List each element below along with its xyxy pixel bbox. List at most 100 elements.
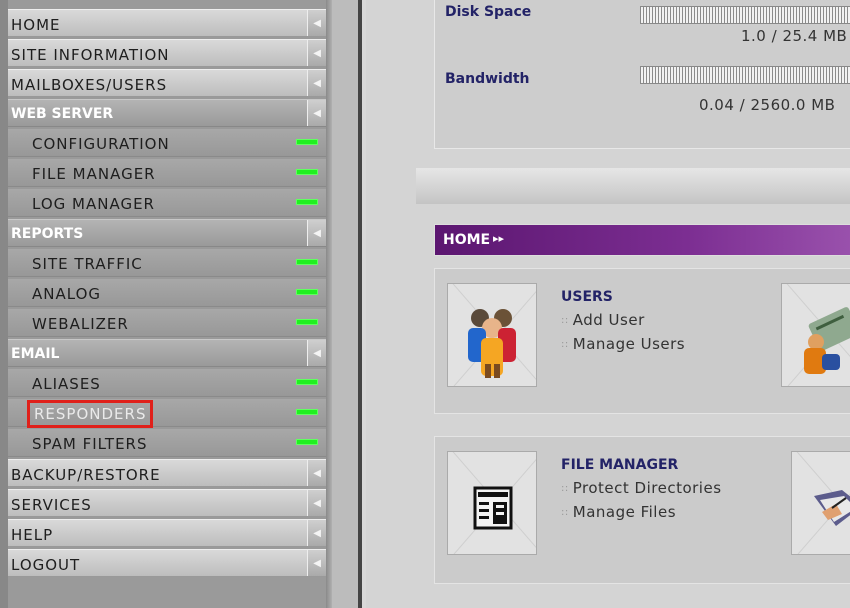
manage-files-link[interactable]: :: Manage Files: [561, 503, 676, 521]
sidebar-item-label: REPORTS: [11, 226, 84, 242]
sidebar-item-web-server[interactable]: WEB SERVER ◀: [8, 99, 326, 127]
file-manager-icon-tile[interactable]: [447, 451, 537, 555]
sidebar-item-label: CONFIGURATION: [32, 135, 170, 153]
sidebar-item-label: HOME: [11, 16, 61, 34]
bandwidth-value: 0.04 / 2560.0 MB: [699, 96, 836, 114]
sidebar-item-label: FILE MANAGER: [32, 165, 156, 183]
sidebar-item-site-information[interactable]: SITE INFORMATION ◀: [8, 39, 326, 67]
arrow-left-icon: ◀: [313, 498, 321, 509]
manage-files-label: Manage Files: [572, 503, 677, 521]
sidebar-item-webalizer[interactable]: WEBALIZER: [8, 309, 326, 337]
collapse-arrow-cell: ◀: [307, 460, 326, 486]
status-indicator-icon: [296, 169, 318, 175]
user-card-icon: [804, 307, 850, 374]
disk-space-label: Disk Space: [445, 4, 532, 20]
sidebar-item-analog[interactable]: ANALOG: [8, 279, 326, 307]
disk-space-bar: [640, 6, 850, 24]
collapse-arrow-cell: ◀: [307, 220, 326, 246]
bandwidth-bar: [640, 66, 850, 84]
arrow-left-icon: ◀: [313, 468, 321, 479]
sidebar-item-label: ANALOG: [32, 285, 101, 303]
bandwidth-label: Bandwidth: [445, 71, 530, 87]
add-user-label: Add User: [572, 311, 645, 329]
status-indicator-icon: [296, 439, 318, 445]
arrow-left-icon: ◀: [313, 108, 321, 119]
sidebar-item-home[interactable]: HOME ◀: [8, 9, 326, 37]
sidebar-item-label: SITE TRAFFIC: [32, 255, 143, 273]
sidebar-item-services[interactable]: SERVICES ◀: [8, 489, 326, 517]
content-canvas: Disk Space 1.0 / 25.4 MB Bandwidth 0.04 …: [366, 0, 850, 608]
collapse-arrow-cell: ◀: [307, 550, 326, 576]
main-content: Disk Space 1.0 / 25.4 MB Bandwidth 0.04 …: [332, 0, 850, 608]
home-header-bar: HOME ▸▸: [434, 224, 850, 256]
collapse-arrow-cell: ◀: [307, 100, 326, 126]
manage-users-label: Manage Users: [572, 335, 686, 353]
users-panel: USERS :: Add User :: Manage Users: [434, 268, 850, 414]
status-indicator-icon: [296, 199, 318, 205]
sidebar-item-label: WEBALIZER: [32, 315, 129, 333]
file-manager-title[interactable]: FILE MANAGER: [561, 457, 678, 473]
sidebar-item-mailboxes-users[interactable]: MAILBOXES/USERS ◀: [8, 69, 326, 97]
manage-users-link[interactable]: :: Manage Users: [561, 335, 685, 353]
sidebar-item-log-manager[interactable]: LOG MANAGER: [8, 189, 326, 217]
users-icon-tile[interactable]: [447, 283, 537, 387]
file-manager-panel: FILE MANAGER :: Protect Directories :: Man…: [434, 436, 850, 584]
sidebar-item-label: SPAM FILTERS: [32, 435, 148, 453]
folder-edit-icon: [814, 490, 850, 526]
disk-space-value: 1.0 / 25.4 MB: [741, 27, 848, 45]
status-indicator-icon: [296, 139, 318, 145]
sidebar-item-spam-filters[interactable]: SPAM FILTERS: [8, 429, 326, 457]
usage-panel: Disk Space 1.0 / 25.4 MB Bandwidth 0.04 …: [434, 0, 850, 149]
status-indicator-icon: [296, 409, 318, 415]
decorative-band: [416, 168, 850, 204]
sidebar-item-backup-restore[interactable]: BACKUP/RESTORE ◀: [8, 459, 326, 487]
sidebar-item-help[interactable]: HELP ◀: [8, 519, 326, 547]
sidebar-item-responders[interactable]: RESPONDERS: [8, 399, 326, 428]
sidebar-item-label: EMAIL: [11, 346, 60, 362]
sidebar-item-label: SERVICES: [11, 496, 92, 514]
sidebar-item-site-traffic[interactable]: SITE TRAFFIC: [8, 249, 326, 277]
sidebar-item-configuration[interactable]: CONFIGURATION: [8, 129, 326, 157]
sidebar-item-reports[interactable]: REPORTS ◀: [8, 219, 326, 247]
arrow-left-icon: ◀: [313, 528, 321, 539]
sidebar-item-label: HELP: [11, 526, 54, 544]
home-header-title: HOME: [443, 232, 491, 248]
double-arrow-icon: ▸▸: [493, 232, 505, 245]
sidebar-item-email[interactable]: EMAIL ◀: [8, 339, 326, 367]
sidebar-item-file-manager[interactable]: FILE MANAGER: [8, 159, 326, 187]
users-title[interactable]: USERS: [561, 289, 613, 305]
sidebar-item-label: BACKUP/RESTORE: [11, 466, 161, 484]
collapse-arrow-cell: ◀: [307, 490, 326, 516]
sidebar-nav: HOME ◀ SITE INFORMATION ◀ MAILBOXES/USERS ◀ WE…: [8, 9, 326, 579]
status-indicator-icon: [296, 319, 318, 325]
collapse-arrow-cell: ◀: [307, 40, 326, 66]
arrow-left-icon: ◀: [313, 48, 321, 59]
collapse-arrow-cell: ◀: [307, 10, 326, 36]
sidebar-item-logout[interactable]: LOGOUT ◀: [8, 549, 326, 577]
collapse-arrow-cell: ◀: [307, 70, 326, 96]
collapse-arrow-cell: ◀: [307, 520, 326, 546]
sidebar-item-label: WEB SERVER: [11, 106, 114, 122]
sidebar-item-label: MAILBOXES/USERS: [11, 76, 168, 94]
arrow-left-icon: ◀: [313, 558, 321, 569]
collapse-arrow-cell: ◀: [307, 340, 326, 366]
status-indicator-icon: [296, 289, 318, 295]
add-user-link[interactable]: :: Add User: [561, 311, 645, 329]
arrow-left-icon: ◀: [313, 78, 321, 89]
sidebar: HOME ◀ SITE INFORMATION ◀ MAILBOXES/USERS ◀ WE…: [0, 0, 332, 608]
sidebar-item-label: LOG MANAGER: [32, 195, 155, 213]
arrow-left-icon: ◀: [313, 18, 321, 29]
status-indicator-icon: [296, 259, 318, 265]
user-card-tile[interactable]: [781, 283, 850, 387]
file-list-icon: [473, 486, 513, 530]
protect-directories-link[interactable]: :: Protect Directories: [561, 479, 722, 497]
status-indicator-icon: [296, 379, 318, 385]
sidebar-item-label: LOGOUT: [11, 556, 81, 574]
sidebar-left-strip: [0, 0, 8, 608]
protect-directories-label: Protect Directories: [572, 479, 722, 497]
sidebar-item-label: RESPONDERS: [26, 400, 154, 428]
arrow-left-icon: ◀: [313, 348, 321, 359]
folder-edit-tile[interactable]: [791, 451, 850, 555]
sidebar-item-label: ALIASES: [32, 375, 101, 393]
sidebar-item-aliases[interactable]: ALIASES: [8, 369, 326, 397]
